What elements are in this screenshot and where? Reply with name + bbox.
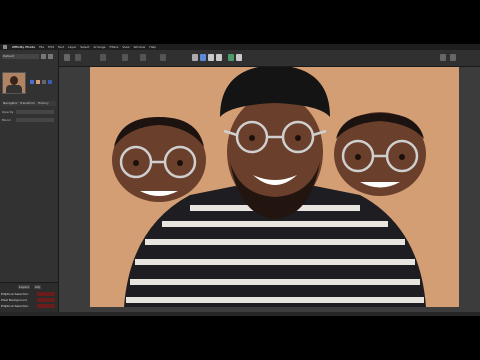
layers-panel: Layers Adj Elliptical Selection Pixel Ba… (0, 282, 58, 315)
menu-text[interactable]: Text (58, 45, 64, 49)
persona-tone-icon[interactable] (216, 54, 222, 61)
mode-icon[interactable] (100, 54, 106, 61)
blend-row: Blend (2, 118, 56, 123)
snapping-icon[interactable] (440, 54, 446, 61)
photo-illustration (112, 67, 426, 307)
thumbnail-figure (6, 85, 22, 93)
document-canvas[interactable] (90, 67, 459, 307)
color-swatch[interactable] (30, 80, 34, 84)
brush-icon[interactable] (41, 54, 46, 59)
opacity-row: Opacity (2, 110, 56, 115)
canvas-area (59, 67, 480, 312)
menu-file[interactable]: File (39, 45, 44, 49)
settings-icon[interactable] (48, 54, 53, 59)
layer-name: Pixel Background (1, 298, 27, 302)
menu-window[interactable]: Window (134, 45, 146, 49)
layer-row[interactable]: Elliptical Selection (1, 304, 57, 309)
persona-develop-icon[interactable] (208, 54, 214, 61)
layer-thumbnail (37, 292, 55, 296)
layer-thumbnail (37, 304, 55, 308)
status-bar (0, 312, 480, 316)
persona-liquify-icon[interactable] (200, 54, 206, 61)
layer-name: Elliptical Selection (1, 304, 29, 308)
menu-filters[interactable]: Filters (109, 45, 118, 49)
menu-view[interactable]: View (122, 45, 129, 49)
opacity-field[interactable] (16, 110, 54, 114)
left-panel: Default Navigator Transform History Opac… (0, 50, 59, 315)
assistant-icon[interactable] (450, 54, 456, 61)
mode-icon[interactable] (160, 54, 166, 61)
histogram-icon[interactable] (236, 54, 242, 61)
eye (295, 135, 301, 141)
navigator-thumbnail[interactable] (2, 72, 26, 94)
preset-select[interactable]: Default (2, 54, 39, 59)
color-swatch[interactable] (42, 80, 46, 84)
tool-icon[interactable] (64, 54, 70, 61)
menu-help[interactable]: Help (149, 45, 156, 49)
color-swatch[interactable] (36, 80, 40, 84)
mode-icon[interactable] (122, 54, 128, 61)
layer-row[interactable]: Pixel Background (1, 298, 57, 303)
tab-transform[interactable]: Transform (20, 101, 35, 106)
layers-button[interactable]: Layers (18, 285, 30, 289)
persona-export-icon[interactable] (228, 54, 234, 61)
app-name[interactable]: Affinity Photo (12, 45, 35, 49)
app-window: Affinity Photo File Edit Text Layer Sele… (0, 44, 480, 316)
mode-icon[interactable] (140, 54, 146, 61)
layer-thumbnail (37, 298, 55, 302)
blend-label: Blend (2, 118, 11, 122)
thumbnail-figure (10, 76, 18, 85)
persona-photo-icon[interactable] (192, 54, 198, 61)
tool-options-icon[interactable] (75, 54, 81, 61)
eye (249, 135, 255, 141)
elliptical-copy-left (112, 117, 206, 202)
layer-name: Elliptical Selection (1, 292, 29, 296)
menu-select[interactable]: Select (80, 45, 89, 49)
context-toolbar (0, 50, 480, 67)
panel-tabs: Navigator Transform History (2, 101, 56, 106)
color-swatch[interactable] (48, 80, 52, 84)
adjustments-button[interactable]: Adj (34, 285, 41, 289)
blend-field[interactable] (16, 118, 54, 122)
opacity-label: Opacity (2, 110, 14, 114)
menu-layer[interactable]: Layer (68, 45, 76, 49)
layer-row[interactable]: Elliptical Selection (1, 292, 57, 297)
tab-navigator[interactable]: Navigator (3, 101, 18, 106)
elliptical-copy-right (334, 112, 426, 196)
menu-arrange[interactable]: Arrange (94, 45, 106, 49)
apple-icon[interactable] (3, 45, 7, 49)
menu-edit[interactable]: Edit (48, 45, 54, 49)
tab-history[interactable]: History (38, 101, 49, 106)
